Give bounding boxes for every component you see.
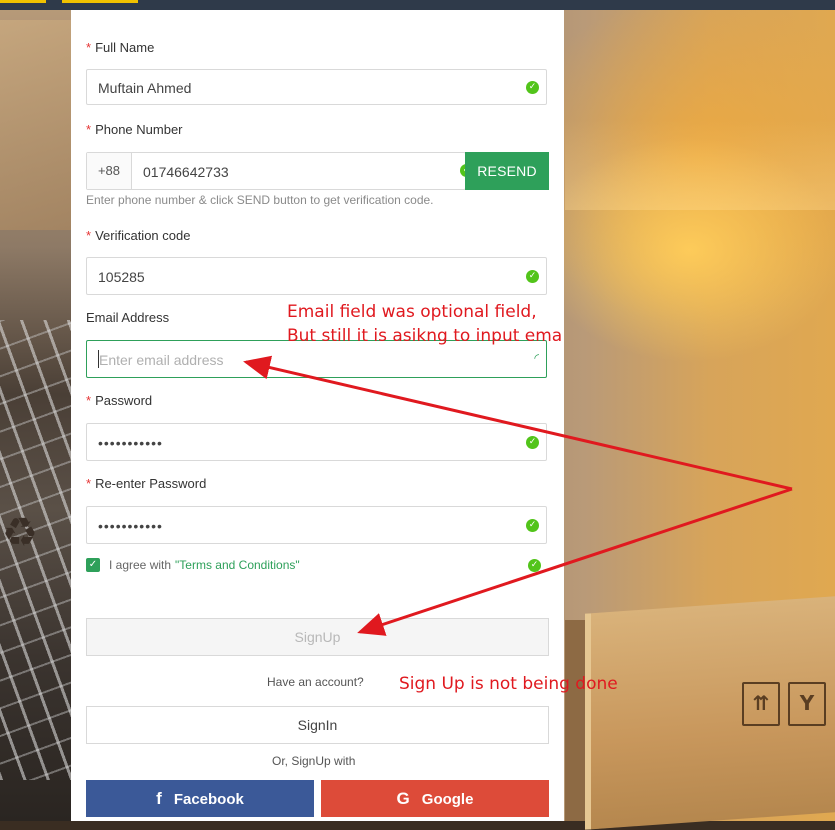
arrow-to-signup: [357, 487, 793, 636]
arrow-to-email: [243, 355, 793, 491]
annotation-arrows: [243, 355, 793, 636]
